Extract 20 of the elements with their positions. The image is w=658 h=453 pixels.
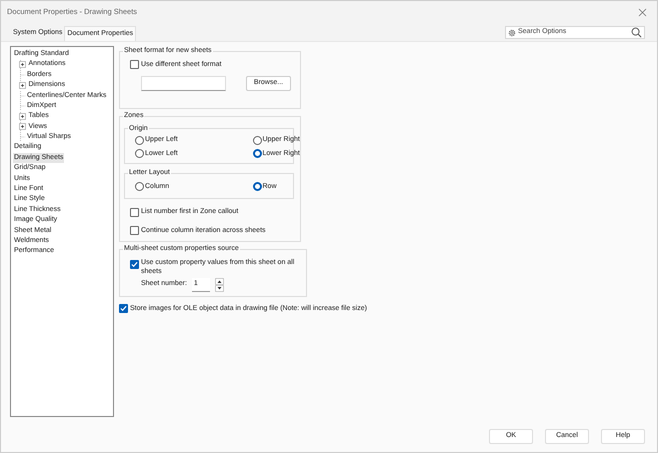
close-icon[interactable]	[638, 8, 647, 16]
search-icon[interactable]	[631, 27, 642, 38]
checkbox[interactable]	[119, 304, 128, 314]
expand-icon[interactable]	[18, 82, 26, 89]
radio-button[interactable]	[135, 136, 144, 145]
checkbox[interactable]	[130, 60, 139, 70]
radio-button[interactable]	[135, 182, 144, 192]
radio-button[interactable]	[135, 149, 144, 158]
radio-button[interactable]	[252, 182, 262, 192]
checkbox[interactable]	[130, 208, 139, 217]
expand-icon[interactable]	[18, 113, 26, 120]
expand-icon[interactable]	[18, 123, 26, 130]
checkbox[interactable]	[130, 260, 139, 268]
expand-icon[interactable]	[18, 61, 26, 68]
sheet-format-field[interactable]	[141, 76, 226, 91]
checkbox[interactable]	[130, 226, 139, 236]
radio-button[interactable]	[252, 136, 262, 145]
gear-icon	[508, 28, 516, 36]
spinner-icon[interactable]	[214, 278, 224, 292]
radio-button[interactable]	[252, 149, 262, 158]
